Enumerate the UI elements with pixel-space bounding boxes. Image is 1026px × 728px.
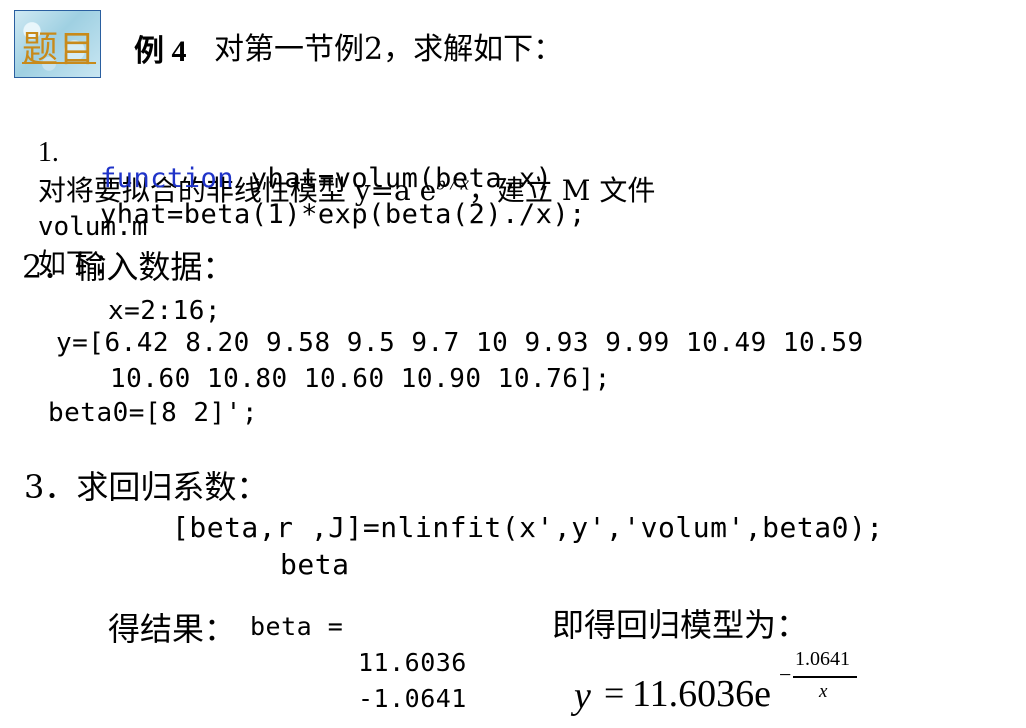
formula-denominator: x xyxy=(819,681,828,702)
data-line-x: x=2:16; xyxy=(108,296,222,326)
step2-heading: 2．输入数据： xyxy=(22,248,235,286)
code-line-yhat: yhat=beta(1)*exp(beta(2)./x); xyxy=(100,199,586,230)
data-line-beta0: beta0=[8 2]'; xyxy=(48,398,258,428)
formula-coefficient: 11.6036e xyxy=(632,673,771,715)
result-value-2: -1.0641 xyxy=(358,684,467,713)
result-beta-code: beta = xyxy=(250,612,344,641)
formula-fraction-line xyxy=(793,676,857,678)
example-label: 例 4 xyxy=(134,35,187,68)
data-line-y-cont: 10.60 10.80 10.60 10.90 10.76]; xyxy=(110,364,611,394)
nlinfit-code: [beta,r ,J]=nlinfit(x',y','volum',beta0)… xyxy=(172,511,884,544)
step3-heading: 3．求回归系数： xyxy=(24,468,269,506)
step1-number: 1. xyxy=(37,137,59,168)
function-signature: yhat=volum(beta,x) xyxy=(234,163,553,194)
title-badge-label[interactable]: 题目 xyxy=(22,20,96,72)
code-line-function: function yhat=volum(beta,x) xyxy=(100,163,552,194)
result-value-1: 11.6036 xyxy=(358,648,467,677)
model-label: 即得回归模型为： xyxy=(552,606,809,644)
formula-minus-sign: − xyxy=(779,662,792,687)
formula-lhs: y xyxy=(574,675,591,717)
formula-numerator: 1.0641 xyxy=(795,648,850,670)
beta-code: beta xyxy=(280,548,350,581)
example-text: 对第一节例2，求解如下： xyxy=(214,32,564,67)
function-keyword: function xyxy=(100,163,235,194)
data-line-y: y=[6.42 8.20 9.58 9.5 9.7 10 9.93 9.99 1… xyxy=(56,328,864,358)
result-label: 得结果： xyxy=(108,610,237,648)
formula-equals: = xyxy=(604,673,625,713)
